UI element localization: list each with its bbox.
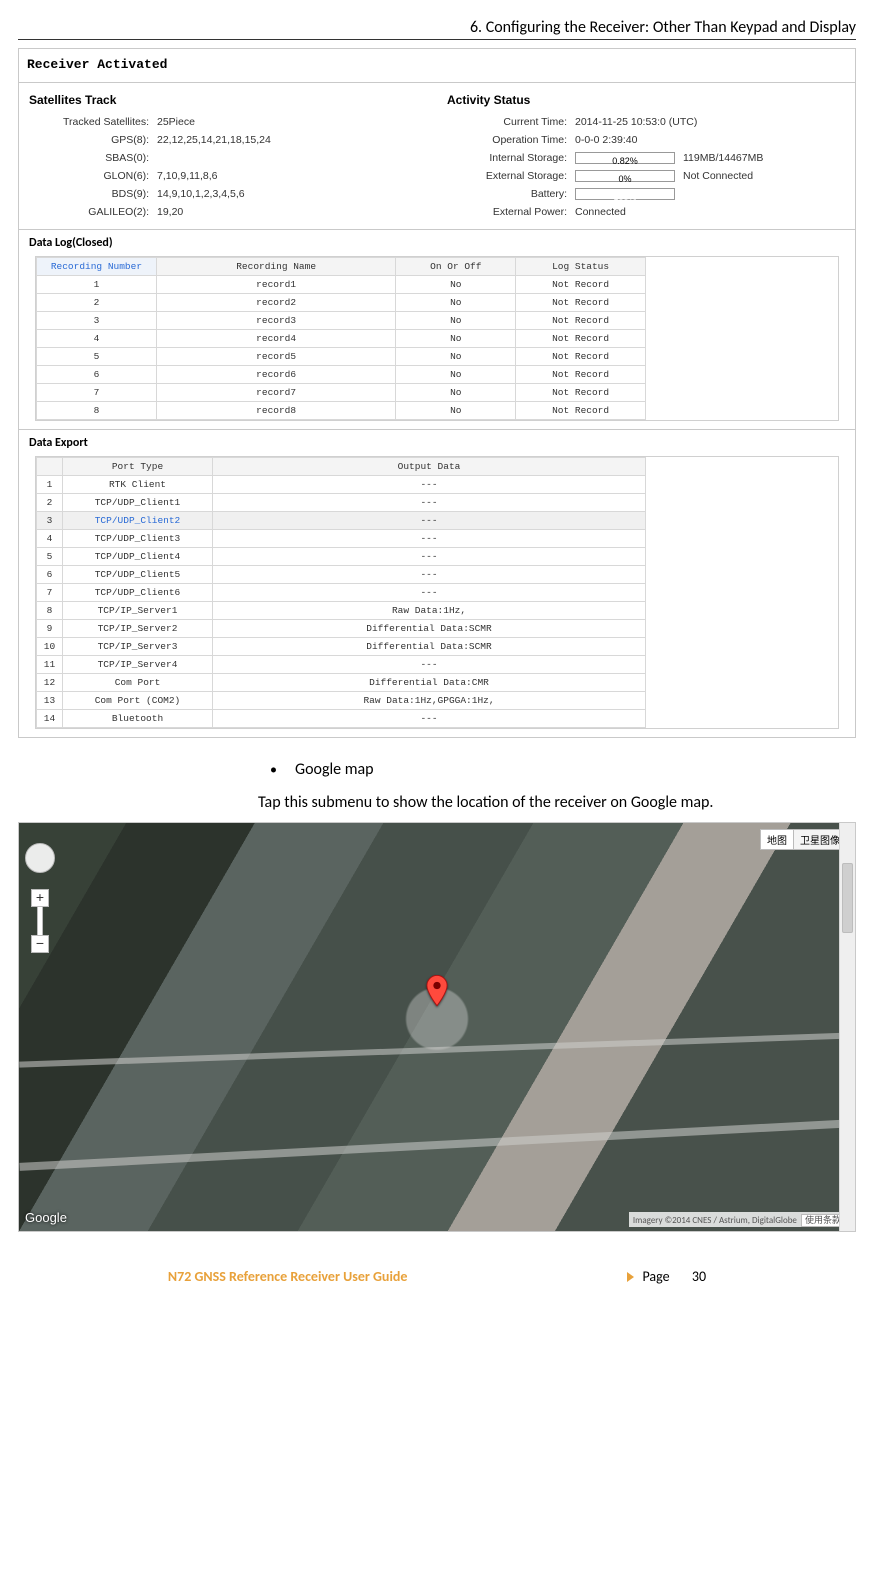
col-recording-name[interactable]: Recording Name	[156, 258, 396, 276]
bullet-icon: •	[270, 763, 277, 777]
col-recording-number[interactable]: Recording Number	[37, 258, 157, 276]
data-export-table: Port Type Output Data 1RTK Client---2TCP…	[36, 457, 646, 728]
table-row[interactable]: 12Com PortDifferential Data:CMR	[37, 674, 646, 692]
zoom-slider[interactable]	[37, 907, 43, 935]
table-row[interactable]: 1RTK Client---	[37, 476, 646, 494]
table-header-row: Recording Number Recording Name On Or Of…	[37, 258, 646, 276]
activity-status-col: Activity Status Current Time:2014-11-25 …	[437, 89, 855, 229]
kv-gps: GPS(8):22,12,25,14,21,18,15,24	[27, 131, 429, 149]
kv-gal: GALILEO(2):19,20	[27, 203, 429, 221]
table-row[interactable]: 6TCP/UDP_Client5---	[37, 566, 646, 584]
internal-storage-text: 119MB/14467MB	[683, 149, 763, 167]
receiver-activated-label: Receiver Activated	[19, 51, 855, 82]
triangle-icon	[627, 1272, 634, 1282]
kv-internal-storage: Internal Storage: 0.82% 119MB/14467MB	[445, 149, 847, 167]
table-row[interactable]: 7TCP/UDP_Client6---	[37, 584, 646, 602]
page-number: 30	[692, 1268, 706, 1285]
divider	[19, 429, 855, 430]
kv-bds: BDS(9):14,9,10,1,2,3,4,5,6	[27, 185, 429, 203]
data-export-title: Data Export	[29, 436, 847, 450]
google-logo: Google	[25, 1210, 67, 1225]
table-row[interactable]: 7record7NoNot Record	[37, 384, 646, 402]
map-copyright: Imagery ©2014 CNES / Astrium, DigitalGlo…	[629, 1212, 849, 1227]
data-log-table: Recording Number Recording Name On Or Of…	[36, 257, 646, 420]
kv-glon: GLON(6):7,10,9,11,8,6	[27, 167, 429, 185]
table-row[interactable]: 2record2NoNot Record	[37, 294, 646, 312]
table-row[interactable]: 13Com Port (COM2)Raw Data:1Hz,GPGGA:1Hz,	[37, 692, 646, 710]
col-port-type[interactable]: Port Type	[63, 458, 213, 476]
page-footer: N72 GNSS Reference Receiver User Guide P…	[18, 1268, 856, 1285]
map-type-map-button[interactable]: 地图	[760, 829, 794, 850]
table-row[interactable]: 1record1NoNot Record	[37, 276, 646, 294]
kv-battery: Battery: 100%	[445, 185, 847, 203]
kv-operation-time: Operation Time:0-0-0 2:39:40	[445, 131, 847, 149]
table-row[interactable]: 6record6NoNot Record	[37, 366, 646, 384]
data-log-title: Data Log(Closed)	[29, 236, 847, 250]
activity-status-title: Activity Status	[447, 93, 847, 107]
divider	[19, 229, 855, 230]
footer-guide-title: N72 GNSS Reference Receiver User Guide	[168, 1268, 408, 1285]
data-log-section: Data Log(Closed) Recording Number Record…	[19, 236, 855, 429]
kv-sbas: SBAS(0):	[27, 149, 429, 167]
page-label: Page	[642, 1268, 669, 1285]
kv-tracked: Tracked Satellites:25Piece	[27, 113, 429, 131]
table-row[interactable]: 5TCP/UDP_Client4---	[37, 548, 646, 566]
map-satellite-image[interactable]	[19, 823, 855, 1231]
col-log-status[interactable]: Log Status	[516, 258, 646, 276]
chapter-header: 6. Configuring the Receiver: Other Than …	[18, 18, 856, 40]
map-scrollbar[interactable]	[839, 823, 855, 1231]
zoom-out-button[interactable]: −	[31, 935, 49, 953]
divider	[19, 82, 855, 83]
zoom-in-button[interactable]: +	[31, 889, 49, 907]
table-row[interactable]: 4TCP/UDP_Client3---	[37, 530, 646, 548]
map-pan-control[interactable]	[25, 843, 55, 873]
bullet-google-map: • Google map	[270, 760, 856, 779]
google-map-panel: + − 地图 卫星图像 Google Imagery ©2014 CNES / …	[18, 822, 856, 1232]
table-row[interactable]: 11TCP/IP_Server4---	[37, 656, 646, 674]
col-output-data[interactable]: Output Data	[213, 458, 646, 476]
body-paragraph: Tap this submenu to show the location of…	[258, 793, 856, 812]
table-row[interactable]: 14Bluetooth---	[37, 710, 646, 728]
table-header-row: Port Type Output Data	[37, 458, 646, 476]
satellites-track-title: Satellites Track	[29, 93, 429, 107]
chapter-title: 6. Configuring the Receiver: Other Than …	[470, 18, 856, 37]
kv-current-time: Current Time:2014-11-25 10:53:0 (UTC)	[445, 113, 847, 131]
footer-page: Page 30	[627, 1268, 706, 1285]
data-log-table-wrap: Recording Number Recording Name On Or Of…	[35, 256, 839, 421]
map-pin-icon	[426, 975, 448, 1011]
bullet-label: Google map	[295, 760, 374, 779]
kv-external-storage: External Storage: 0% Not Connected	[445, 167, 847, 185]
table-row[interactable]: 10TCP/IP_Server3Differential Data:SCMR	[37, 638, 646, 656]
external-storage-text: Not Connected	[683, 167, 753, 185]
status-panel: Receiver Activated Satellites Track Trac…	[18, 48, 856, 738]
map-zoom-control: + −	[31, 889, 49, 953]
table-row[interactable]: 9TCP/IP_Server2Differential Data:SCMR	[37, 620, 646, 638]
scrollbar-thumb[interactable]	[842, 863, 853, 933]
table-row[interactable]: 3TCP/UDP_Client2---	[37, 512, 646, 530]
battery-bar: 100%	[575, 188, 675, 200]
table-row[interactable]: 3record3NoNot Record	[37, 312, 646, 330]
status-row: Satellites Track Tracked Satellites:25Pi…	[19, 89, 855, 229]
col-index[interactable]	[37, 458, 63, 476]
table-row[interactable]: 2TCP/UDP_Client1---	[37, 494, 646, 512]
table-row[interactable]: 4record4NoNot Record	[37, 330, 646, 348]
internal-storage-bar: 0.82%	[575, 152, 675, 164]
map-type-switch: 地图 卫星图像	[760, 829, 847, 850]
table-row[interactable]: 5record5NoNot Record	[37, 348, 646, 366]
external-storage-bar: 0%	[575, 170, 675, 182]
satellites-track-col: Satellites Track Tracked Satellites:25Pi…	[19, 89, 437, 229]
data-export-table-wrap: Port Type Output Data 1RTK Client---2TCP…	[35, 456, 839, 729]
col-on-off[interactable]: On Or Off	[396, 258, 516, 276]
table-row[interactable]: 8TCP/IP_Server1Raw Data:1Hz,	[37, 602, 646, 620]
table-row[interactable]: 8record8NoNot Record	[37, 402, 646, 420]
data-export-section: Data Export Port Type Output Data 1RTK C…	[19, 436, 855, 733]
